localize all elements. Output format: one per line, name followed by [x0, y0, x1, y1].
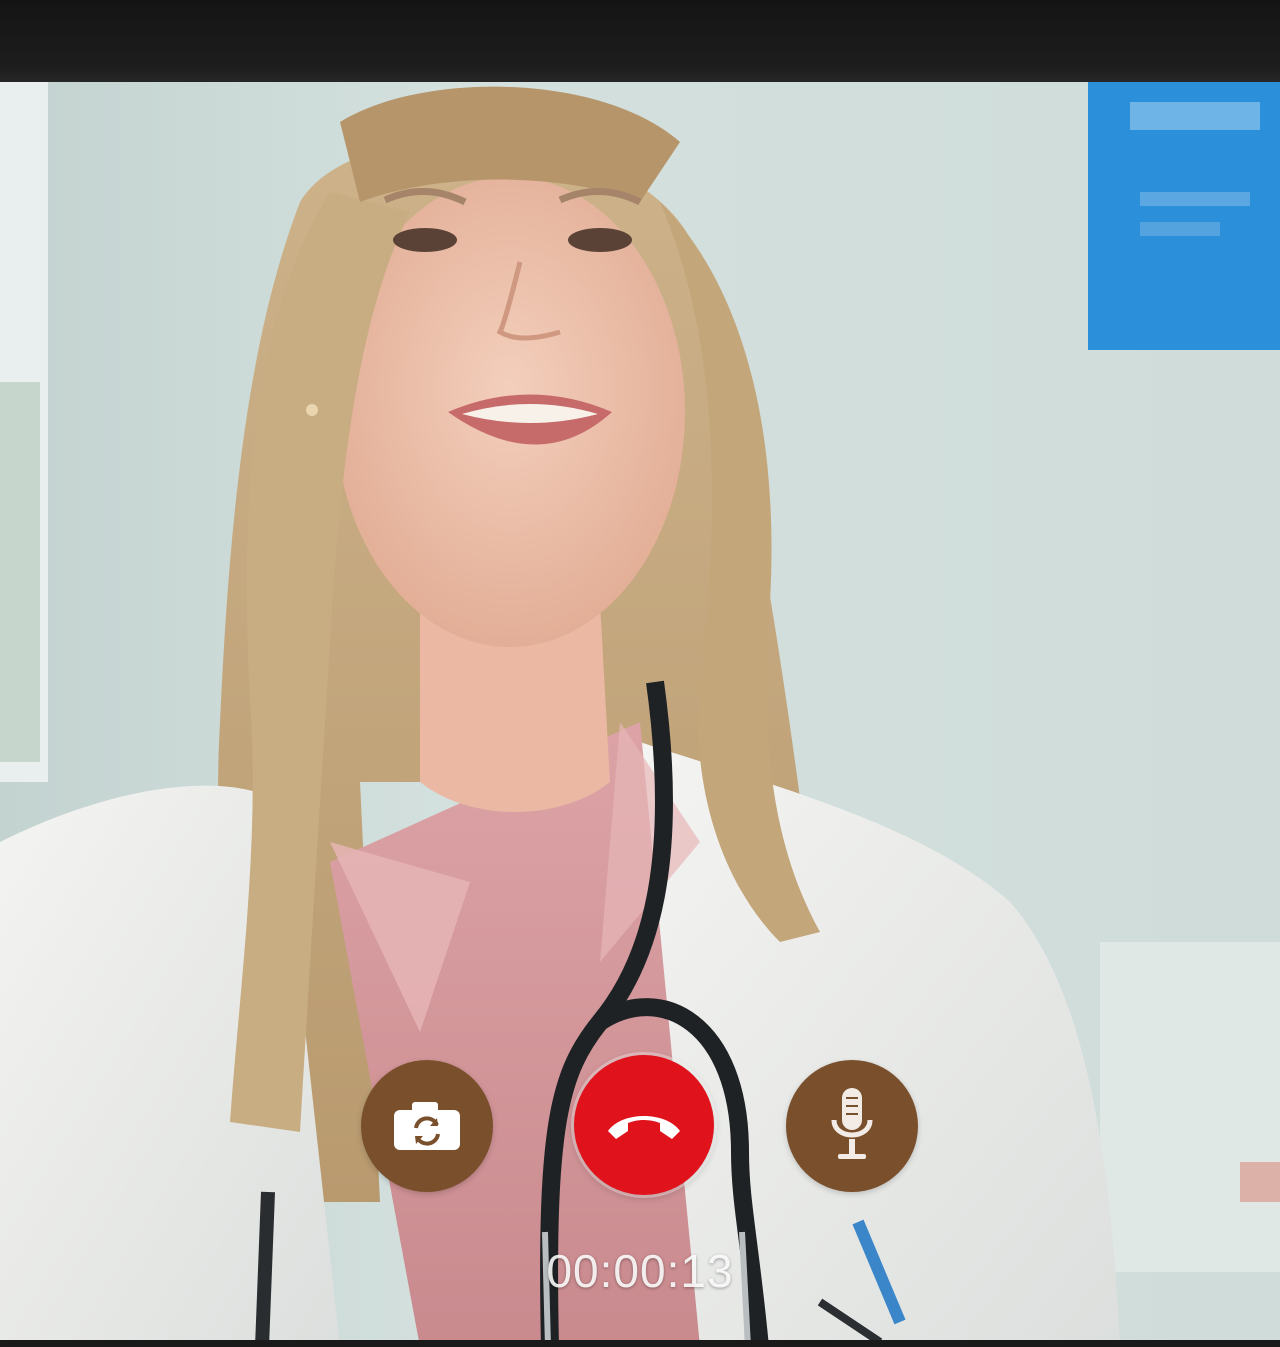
end-call-button[interactable]	[574, 1055, 714, 1195]
top-status-bar	[0, 0, 1280, 82]
microphone-icon	[831, 1088, 873, 1159]
call-duration-timer: 00:00:13	[546, 1245, 734, 1297]
phone-hangup-icon	[608, 1116, 680, 1139]
call-controls-bar	[0, 1055, 1280, 1195]
mic-button[interactable]	[786, 1060, 918, 1192]
camera-switch-icon	[394, 1102, 460, 1150]
bottom-edge	[0, 1340, 1280, 1347]
switch-camera-button[interactable]	[361, 1060, 493, 1192]
video-call-screen: 00:00:13	[0, 0, 1280, 1347]
